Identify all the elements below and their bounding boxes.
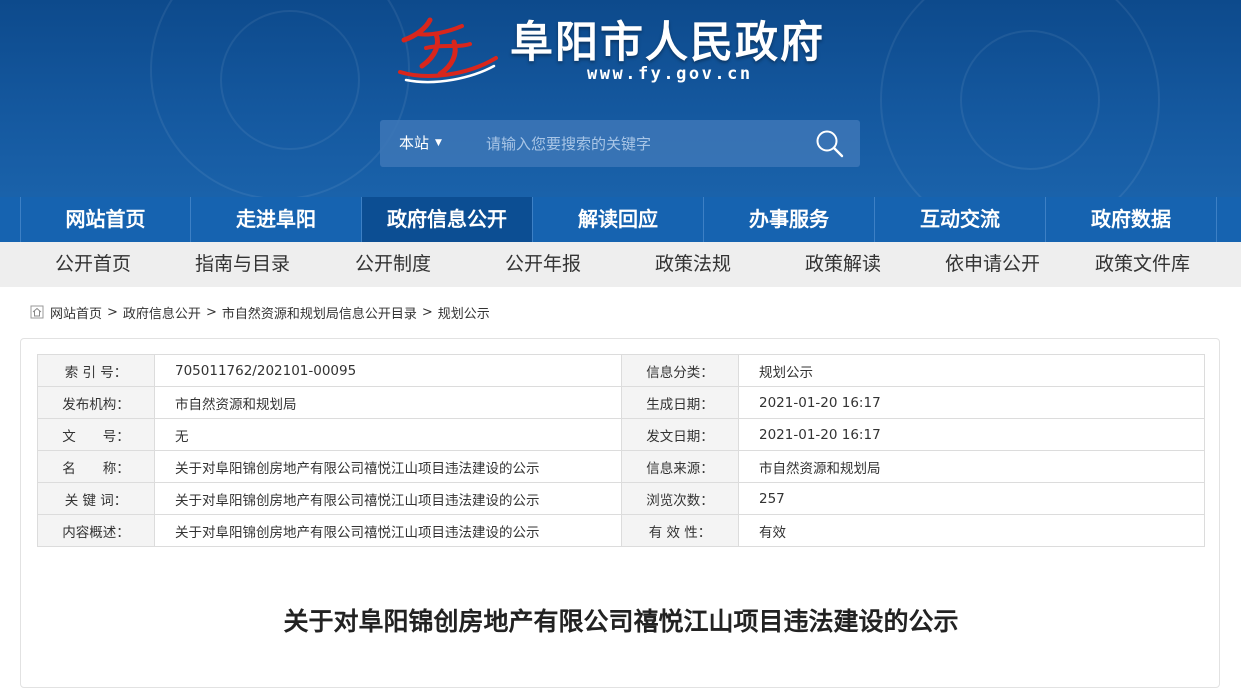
meta-key: 文 号： bbox=[37, 418, 155, 451]
nav-item-about[interactable]: 走进阜阳 bbox=[191, 197, 362, 242]
meta-value: 关于对阜阳锦创房地产有限公司禧悦江山项目违法建设的公示 bbox=[154, 450, 622, 483]
nav-item-interaction[interactable]: 互动交流 bbox=[875, 197, 1046, 242]
meta-value: 关于对阜阳锦创房地产有限公司禧悦江山项目违法建设的公示 bbox=[154, 514, 622, 547]
sub-nav: 公开首页 指南与目录 公开制度 公开年报 政策法规 政策解读 依申请公开 政策文… bbox=[0, 242, 1241, 287]
meta-key: 信息来源： bbox=[621, 450, 739, 483]
subnav-item-regulations[interactable]: 政策法规 bbox=[655, 242, 731, 287]
meta-key: 索 引 号： bbox=[37, 354, 155, 387]
breadcrumb-separator: > bbox=[421, 304, 433, 320]
breadcrumb-separator: > bbox=[205, 304, 217, 320]
nav-item-info-disclosure[interactable]: 政府信息公开 bbox=[362, 197, 533, 242]
lotus-decoration bbox=[220, 10, 360, 150]
table-row: 文 号：无发文日期： 2021-01-20 16:17 bbox=[37, 418, 1205, 451]
lotus-decoration bbox=[960, 30, 1100, 170]
meta-value: 关于对阜阳锦创房地产有限公司禧悦江山项目违法建设的公示 bbox=[154, 482, 622, 515]
table-row: 内容概述： 关于对阜阳锦创房地产有限公司禧悦江山项目违法建设的公示有 效 性： 有效 bbox=[37, 514, 1205, 547]
meta-key: 关 键 词： bbox=[37, 482, 155, 515]
meta-value: 705011762/202101-00095 bbox=[154, 354, 622, 387]
metadata-table: 索 引 号： 705011762/202101-00095 信息分类： 规划公示 发布机… bbox=[37, 354, 1205, 547]
fuyang-logo-icon[interactable] bbox=[396, 14, 500, 84]
meta-value: 市自然资源和规划局 bbox=[738, 450, 1205, 483]
caret-down-icon: ▼ bbox=[435, 138, 442, 148]
main-nav: 网站首页 走进阜阳 政府信息公开 解读回应 办事服务 互动交流 政府数据 bbox=[0, 197, 1241, 242]
meta-value: 无 bbox=[154, 418, 622, 451]
meta-key: 内容概述： bbox=[37, 514, 155, 547]
nav-item-interpretation[interactable]: 解读回应 bbox=[533, 197, 704, 242]
subnav-item-disclosure-home[interactable]: 公开首页 bbox=[55, 242, 131, 287]
subnav-item-policy-interpretation[interactable]: 政策解读 bbox=[805, 242, 881, 287]
table-row: 名 称： 关于对阜阳锦创房地产有限公司禧悦江山项目违法建设的公示 信息来源： 市自然资… bbox=[37, 450, 1205, 483]
breadcrumb-item-info-disclosure[interactable]: 政府信息公开 bbox=[123, 303, 201, 322]
meta-key: 发文日期： bbox=[621, 418, 739, 451]
meta-key: 名 称： bbox=[37, 450, 155, 483]
meta-key: 生成日期： bbox=[621, 386, 739, 419]
subnav-item-policy-library[interactable]: 政策文件库 bbox=[1095, 242, 1190, 287]
article-title: 关于对阜阳锦创房地产有限公司禧悦江山项目违法建设的公示 bbox=[283, 607, 959, 636]
search-input[interactable] bbox=[486, 130, 786, 157]
content-panel: 索 引 号： 705011762/202101-00095 信息分类： 规划公示 发布机… bbox=[20, 338, 1220, 688]
breadcrumb-item-catalog[interactable]: 市自然资源和规划局信息公开目录 bbox=[222, 303, 417, 322]
breadcrumb-item-home[interactable]: 网站首页 bbox=[50, 303, 102, 322]
meta-value: 有效 bbox=[738, 514, 1205, 547]
meta-key: 发布机构： bbox=[37, 386, 155, 419]
site-header: 阜阳市人民政府 www.fy.gov.cn 本站 ▼ bbox=[0, 0, 1241, 197]
table-row: 关 键 词： 关于对阜阳锦创房地产有限公司禧悦江山项目违法建设的公示 浏览次数： 25… bbox=[37, 482, 1205, 515]
home-icon bbox=[30, 305, 44, 319]
meta-key: 浏览次数： bbox=[621, 482, 739, 515]
subnav-item-guide[interactable]: 指南与目录 bbox=[195, 242, 290, 287]
subnav-item-annual-report[interactable]: 公开年报 bbox=[505, 242, 581, 287]
nav-item-services[interactable]: 办事服务 bbox=[704, 197, 875, 242]
site-title: 阜阳市人民政府 bbox=[510, 18, 825, 68]
meta-value: 257 bbox=[738, 482, 1205, 515]
breadcrumb-separator: > bbox=[107, 304, 118, 320]
search-scope-label: 本站 bbox=[399, 134, 430, 152]
search-icon[interactable] bbox=[814, 128, 846, 160]
subnav-item-system[interactable]: 公开制度 bbox=[355, 242, 431, 287]
subnav-item-application[interactable]: 依申请公开 bbox=[945, 242, 1040, 287]
meta-key: 信息分类： bbox=[621, 354, 739, 387]
nav-item-home[interactable]: 网站首页 bbox=[20, 197, 191, 242]
meta-value: 2021-01-20 16:17 bbox=[738, 386, 1205, 419]
nav-item-data[interactable]: 政府数据 bbox=[1046, 197, 1217, 242]
meta-value: 市自然资源和规划局 bbox=[154, 386, 622, 419]
search-bar: 本站 ▼ bbox=[380, 120, 860, 167]
site-url: www.fy.gov.cn bbox=[587, 64, 753, 84]
meta-key: 有 效 性： bbox=[621, 514, 739, 547]
meta-value: 规划公示 bbox=[738, 354, 1205, 387]
table-row: 发布机构： 市自然资源和规划局 生成日期： 2021-01-20 16:17 bbox=[37, 386, 1205, 419]
breadcrumb: 网站首页 > 政府信息公开 > 市自然资源和规划局信息公开目录 > 规划公示 bbox=[30, 302, 490, 322]
meta-value: 2021-01-20 16:17 bbox=[738, 418, 1205, 451]
search-scope-dropdown[interactable]: 本站 ▼ bbox=[399, 120, 442, 167]
table-row: 索 引 号： 705011762/202101-00095 信息分类： 规划公示 bbox=[37, 354, 1205, 387]
breadcrumb-item-planning-notice[interactable]: 规划公示 bbox=[438, 303, 490, 322]
